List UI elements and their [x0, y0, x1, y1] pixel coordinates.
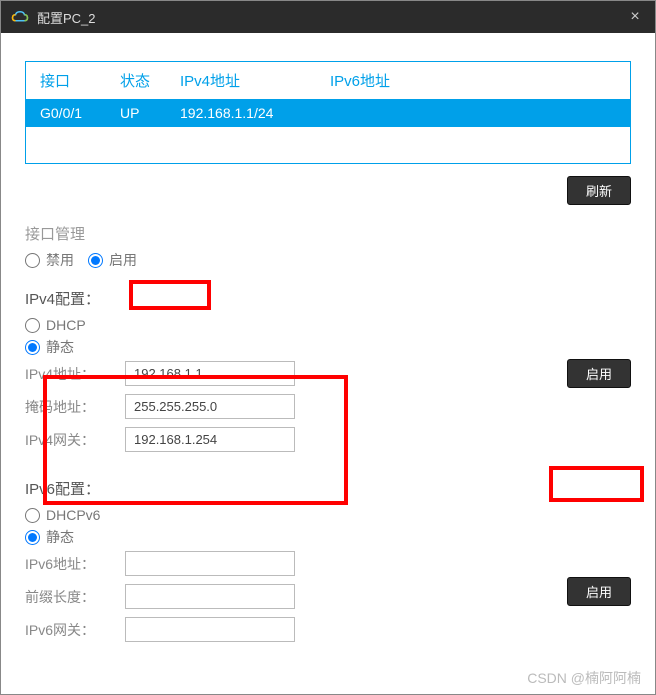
radio-enable[interactable]: 启用: [88, 250, 137, 270]
ipv4-addr-input[interactable]: [125, 361, 295, 386]
cloud-icon: [11, 10, 29, 24]
ipv6-gw-label: IPv6网关：: [25, 620, 125, 640]
header-ipv4: IPv4地址: [180, 70, 330, 91]
ipv6-addr-label: IPv6地址：: [25, 554, 125, 574]
interface-mgmt-title: 接口管理: [25, 223, 631, 244]
ipv6-prefix-label: 前缀长度：: [25, 587, 125, 607]
radio-enable-input[interactable]: [88, 253, 103, 268]
radio-dhcpv6-input[interactable]: [25, 508, 40, 523]
radio-static-v4-input[interactable]: [25, 340, 40, 355]
interface-mgmt-radios: 禁用 启用: [25, 250, 631, 270]
cell-ipv4: 192.168.1.1/24: [180, 105, 330, 121]
ipv4-addr-label: IPv4地址：: [25, 364, 125, 384]
content-area: 接口 状态 IPv4地址 IPv6地址 G0/0/1 UP 192.168.1.…: [1, 33, 655, 660]
radio-static-v6-input[interactable]: [25, 530, 40, 545]
refresh-button[interactable]: 刷新: [567, 176, 631, 205]
table-empty-area: [26, 127, 630, 163]
ipv4-mask-label: 掩码地址：: [25, 397, 125, 417]
radio-disable-label: 禁用: [46, 250, 74, 270]
radio-disable-input[interactable]: [25, 253, 40, 268]
radio-static-v4[interactable]: 静态: [25, 337, 74, 357]
ipv6-config-title: IPv6配置：: [25, 478, 631, 499]
apply-ipv4-button[interactable]: 启用: [567, 359, 631, 388]
radio-dhcpv6[interactable]: DHCPv6: [25, 507, 100, 523]
interface-table: 接口 状态 IPv4地址 IPv6地址 G0/0/1 UP 192.168.1.…: [25, 61, 631, 164]
radio-dhcp-input[interactable]: [25, 318, 40, 333]
cell-ipv6: [330, 105, 616, 121]
cell-interface: G0/0/1: [40, 105, 120, 121]
header-state: 状态: [120, 70, 180, 91]
watermark: CSDN @楠阿阿楠: [527, 668, 641, 688]
close-icon[interactable]: ×: [625, 7, 645, 27]
radio-dhcp-label: DHCP: [46, 317, 86, 333]
header-ipv6: IPv6地址: [330, 70, 616, 91]
ipv6-gw-input[interactable]: [125, 617, 295, 642]
window-title: 配置PC_2: [37, 8, 625, 27]
ipv4-mask-input[interactable]: [125, 394, 295, 419]
titlebar: 配置PC_2 ×: [1, 1, 655, 33]
config-window: 配置PC_2 × 接口 状态 IPv4地址 IPv6地址 G0/0/1 UP 1…: [0, 0, 656, 695]
ipv6-addr-input[interactable]: [125, 551, 295, 576]
radio-static-v4-label: 静态: [46, 337, 74, 357]
table-row[interactable]: G0/0/1 UP 192.168.1.1/24: [26, 99, 630, 127]
radio-disable[interactable]: 禁用: [25, 250, 74, 270]
radio-static-v6[interactable]: 静态: [25, 527, 74, 547]
radio-static-v6-label: 静态: [46, 527, 74, 547]
cell-state: UP: [120, 105, 180, 121]
radio-dhcpv6-label: DHCPv6: [46, 507, 100, 523]
radio-dhcp[interactable]: DHCP: [25, 317, 86, 333]
header-interface: 接口: [40, 70, 120, 91]
apply-ipv6-button[interactable]: 启用: [567, 577, 631, 606]
radio-enable-label: 启用: [109, 250, 137, 270]
ipv4-gw-input[interactable]: [125, 427, 295, 452]
ipv4-config-title: IPv4配置：: [25, 288, 631, 309]
ipv4-gw-label: IPv4网关：: [25, 430, 125, 450]
ipv6-prefix-input[interactable]: [125, 584, 295, 609]
table-header: 接口 状态 IPv4地址 IPv6地址: [26, 62, 630, 99]
